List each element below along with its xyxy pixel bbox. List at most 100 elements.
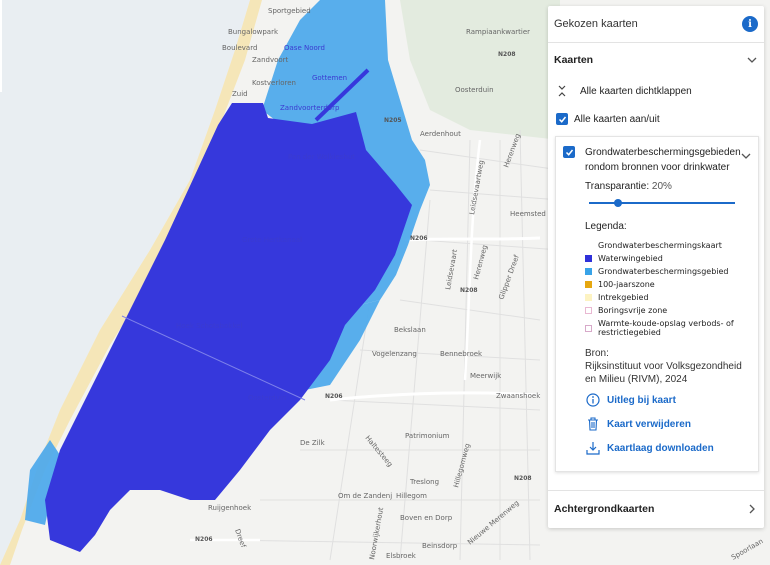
- place-label: Zwaanshoek: [496, 392, 541, 400]
- source-label: Bron:: [585, 348, 609, 359]
- place-label: De Zilk: [300, 439, 326, 447]
- source-text: Rijksinstituut voor Volksgezondheid en M…: [585, 361, 742, 385]
- place-label: Heemsted: [510, 210, 546, 218]
- background-maps-title: Achtergrondkaarten: [554, 503, 655, 515]
- download-icon: [585, 440, 601, 456]
- chevron-down-icon: [746, 54, 758, 66]
- transparency-row: Transparantie: 20%: [585, 181, 672, 192]
- place-label: Treslong: [409, 478, 439, 486]
- legend-label-text: Waterwingebied: [598, 254, 663, 263]
- download-layer-label: Kaartlaag downloaden: [607, 442, 714, 454]
- section-title: Kaarten: [554, 54, 594, 66]
- remove-map-label: Kaart verwijderen: [607, 418, 691, 430]
- area-label: Oase Noord: [284, 44, 325, 52]
- place-label: Bungalowpark: [228, 28, 279, 36]
- selected-maps-panel: Gekozen kaarten i Kaarten Alle kaarten d…: [548, 6, 764, 528]
- road-label: N206: [410, 235, 428, 242]
- legend-label-text: Intrekgebied: [598, 293, 649, 302]
- actions: Uitleg bij kaart Kaart verwijderen Kaart…: [585, 389, 714, 459]
- legend-item: Warmte-koude-opslag verbods- of restrict…: [585, 317, 750, 339]
- place-label: Hillegom: [396, 492, 427, 500]
- transparency-slider[interactable]: [589, 199, 735, 207]
- toggle-all-row[interactable]: Alle kaarten aan/uit: [548, 105, 764, 133]
- legend-swatch: [585, 242, 592, 249]
- panel-header: Gekozen kaarten i: [548, 6, 764, 43]
- explain-map-label: Uitleg bij kaart: [607, 394, 676, 406]
- area-label: Hoek Schotsbokkel: [176, 322, 242, 330]
- place-label: Boven en Dorp: [400, 514, 453, 522]
- collapse-all-button[interactable]: Alle kaarten dichtklappen: [548, 77, 764, 105]
- legend-swatch: [585, 294, 592, 301]
- collapse-all-label: Alle kaarten dichtklappen: [580, 85, 692, 97]
- legend-swatch: [585, 324, 592, 332]
- download-layer-button[interactable]: Kaartlaag downloaden: [585, 437, 714, 459]
- map-edge: [0, 0, 2, 92]
- collapse-icon: [556, 85, 568, 97]
- area-label: Grote Hertkanaal: [242, 236, 302, 244]
- slider-thumb[interactable]: [614, 199, 623, 207]
- place-label: Zuid: [232, 90, 248, 98]
- place-label: Boulevard: [222, 44, 257, 52]
- legend-label-text: Boringsvrije zone: [598, 306, 668, 315]
- place-label: Oosterduin: [455, 86, 494, 94]
- place-label: Zandvoort: [252, 56, 289, 64]
- place-label: Vogelenzang: [372, 350, 417, 358]
- road-label: N206: [325, 393, 343, 400]
- trash-icon: [585, 416, 601, 432]
- road-label: N208: [498, 51, 516, 58]
- legend-item: Boringsvrije zone: [585, 304, 750, 317]
- legend-item: 100-jaarszone: [585, 278, 750, 291]
- place-label: Om de Zandenj: [338, 492, 392, 500]
- layer-checkbox[interactable]: [563, 146, 575, 158]
- area-label: Oosterduin: [248, 394, 287, 402]
- place-label: Aerdenhout: [420, 130, 461, 138]
- legend-label-text: Warmte-koude-opslag verbods- of restrict…: [598, 319, 734, 337]
- background-maps-toggle[interactable]: Achtergrondkaarten: [548, 492, 764, 526]
- legend-label-text: Grondwaterbeschermingsgebied: [598, 267, 729, 276]
- legend-swatch: [585, 255, 592, 262]
- legend-item: Intrekgebied: [585, 291, 750, 304]
- legend-list: Grondwaterbeschermingskaart Waterwingebie…: [585, 239, 750, 339]
- road-label: N208: [460, 287, 478, 294]
- place-label: Sportgebied: [268, 7, 311, 15]
- toggle-all-checkbox[interactable]: [556, 113, 568, 125]
- place-label: Bennebroek: [440, 350, 483, 358]
- legend-label: Legenda:: [585, 221, 627, 232]
- source-block: Bron: Rijksinstituut voor Volksgezondhei…: [585, 347, 755, 386]
- transparency-label: Transparantie:: [585, 181, 650, 192]
- transparency-value: 20%: [651, 181, 672, 192]
- layer-chevron-down-icon[interactable]: [741, 148, 751, 166]
- place-label: Patrimonium: [405, 432, 450, 440]
- place-label: Beinsdorp: [422, 542, 458, 550]
- layer-card: Grondwaterbeschermingsgebieden rondom br…: [555, 136, 759, 472]
- legend-label-text: Grondwaterbeschermingskaart: [598, 241, 722, 250]
- legend-swatch: [585, 268, 592, 275]
- place-label: Rampiaankwartier: [466, 28, 530, 36]
- explain-map-link[interactable]: Uitleg bij kaart: [585, 389, 714, 411]
- legend-item: Waterwingebied: [585, 252, 750, 265]
- place-label: Kostverloren: [252, 79, 296, 87]
- panel-title: Gekozen kaarten: [554, 18, 638, 30]
- chevron-right-icon: [746, 503, 758, 515]
- info-icon[interactable]: i: [742, 16, 758, 32]
- legend-swatch: [585, 307, 592, 314]
- place-label: Meerwijk: [470, 372, 502, 380]
- place-label: Bekslaan: [394, 326, 426, 334]
- area-label: Zandvoorterdorp: [280, 104, 340, 112]
- legend-swatch: [585, 281, 592, 288]
- area-label: Gottemen: [312, 74, 347, 82]
- legend-label-text: 100-jaarszone: [598, 280, 655, 289]
- legend-item: Grondwaterbeschermingsgebied: [585, 265, 750, 278]
- road-label: N208: [514, 475, 532, 482]
- road-label: N205: [384, 117, 402, 124]
- toggle-all-label: Alle kaarten aan/uit: [574, 113, 660, 125]
- road-label: N206: [195, 536, 213, 543]
- kaarten-section-toggle[interactable]: Kaarten: [548, 43, 764, 77]
- area-label: Pan der Wolkieshut: [288, 153, 355, 161]
- layer-title: Grondwaterbeschermingsgebieden rondom br…: [585, 147, 741, 173]
- place-label: Ruijgenhoek: [208, 504, 252, 512]
- place-label: Elsbroek: [386, 552, 417, 560]
- info-circle-icon: [585, 392, 601, 408]
- legend-item: Grondwaterbeschermingskaart: [585, 239, 750, 252]
- remove-map-button[interactable]: Kaart verwijderen: [585, 413, 714, 435]
